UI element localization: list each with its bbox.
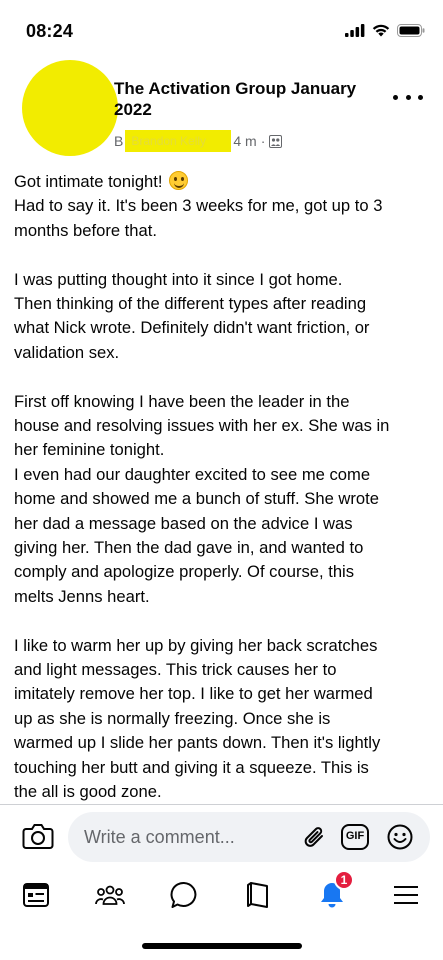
news-feed-icon — [23, 883, 49, 907]
wifi-icon — [372, 24, 390, 37]
battery-icon — [397, 24, 425, 37]
post-line: imitately remove her top. I like to get … — [14, 684, 373, 704]
post-line: touching her butt and giving it a squeez… — [14, 757, 369, 777]
status-icons — [345, 24, 425, 37]
tab-notifications[interactable]: 1 — [312, 870, 354, 912]
post-line: giving her. Then the dad gave in, and wa… — [14, 538, 364, 558]
post-line: comply and apologize properly. Of course… — [14, 562, 355, 582]
post-line: I was putting thought into it since I go… — [14, 269, 343, 289]
author-name-redacted[interactable]: Brandon Kelly — [125, 130, 232, 152]
tab-pages[interactable] — [238, 878, 278, 912]
groups-icon — [95, 885, 125, 905]
post-paragraph: I like to warm her up by giving her back… — [14, 634, 434, 805]
chat-bubble-icon — [170, 881, 197, 908]
meta-separator: · — [260, 133, 266, 149]
group-privacy-icon — [269, 134, 283, 148]
dot-icon — [418, 94, 423, 100]
bottom-tab-bar: 1 — [0, 868, 443, 918]
post-paragraph: First off knowing I have been the leader… — [14, 390, 434, 610]
post-line: house and resolving issues with her ex. … — [14, 416, 390, 436]
gif-label: GIF — [345, 830, 365, 842]
post-line: home and showed me a bunch of stuff. She… — [14, 489, 379, 509]
tab-messenger[interactable] — [164, 878, 204, 912]
post-body: Got intimate tonight! Had to say it. It'… — [14, 170, 434, 829]
comment-placeholder: Write a comment... — [84, 827, 235, 847]
dot-icon — [393, 94, 398, 100]
post-line: what Nick wrote. Definitely didn't want … — [14, 318, 370, 338]
post-line: Then thinking of the different types aft… — [14, 294, 367, 314]
camera-icon[interactable] — [22, 822, 54, 850]
post-line: her dad a message based on the advice I … — [14, 513, 353, 533]
post-line: months before that. — [14, 220, 157, 240]
group-name-link[interactable]: The Activation Group January 2022 — [114, 78, 384, 120]
post-line: Got intimate tonight! — [14, 170, 434, 194]
gif-button[interactable]: GIF — [341, 824, 369, 850]
smiley-emoji-icon — [169, 171, 189, 190]
post-line: First off knowing I have been the leader… — [14, 391, 350, 411]
tab-news-feed[interactable] — [16, 878, 56, 912]
more-options-button[interactable] — [393, 90, 423, 104]
comment-input[interactable]: Write a comment... GIF — [68, 812, 430, 862]
post-paragraph: Got intimate tonight! Had to say it. It'… — [14, 170, 434, 243]
status-bar: 08:24 — [0, 0, 443, 62]
post-line: validation sex. — [14, 342, 120, 362]
author-initial[interactable]: B — [114, 133, 123, 149]
post-meta: B Brandon Kelly 4 m · — [114, 130, 283, 152]
post-paragraph: I was putting thought into it since I go… — [14, 268, 434, 366]
book-icon — [247, 882, 268, 908]
post-line: and light messages. This trick causes he… — [14, 660, 337, 680]
post-line: I like to warm her up by giving her back… — [14, 635, 378, 655]
post-line: the all is good zone. — [14, 782, 162, 802]
post-line: warmed up I slide her pants down. Then i… — [14, 733, 381, 753]
paperclip-icon[interactable] — [302, 825, 328, 851]
post-line: melts Jenns heart. — [14, 586, 150, 606]
post-line: Had to say it. It's been 3 weeks for me,… — [14, 196, 383, 216]
divider — [0, 804, 443, 805]
post-time[interactable]: 4 m — [233, 133, 256, 149]
notification-badge: 1 — [334, 870, 354, 890]
group-avatar[interactable] — [22, 60, 118, 156]
dot-icon — [405, 94, 411, 100]
tab-menu[interactable] — [386, 878, 426, 912]
home-indicator[interactable] — [142, 943, 302, 949]
post-line: up as she is normally freezing. Once she… — [14, 708, 331, 728]
post-line: her feminine tonight. — [14, 440, 165, 460]
hamburger-menu-icon — [394, 886, 418, 904]
status-time: 08:24 — [26, 21, 74, 41]
comment-composer: Write a comment... GIF — [0, 812, 443, 864]
post-line: I even had our daughter excited to see m… — [14, 464, 371, 484]
tab-groups[interactable] — [90, 878, 130, 912]
post-header: The Activation Group January 2022 B Bran… — [0, 60, 443, 165]
signal-icon — [345, 24, 365, 37]
emoji-icon[interactable] — [387, 824, 413, 850]
